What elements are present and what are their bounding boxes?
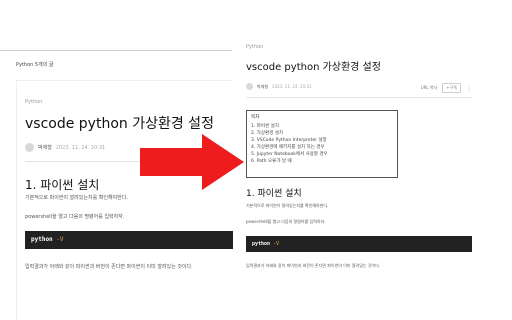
post-category[interactable]: Python (246, 44, 263, 50)
code-block: python -V (246, 236, 472, 252)
code-command: python (252, 241, 271, 247)
paragraph: 입력결과가 아래와 같이 파이썬과 버전이 존다면 파이썬이 이미 깔려있는 것… (246, 263, 381, 268)
code-line: python -V (31, 236, 64, 243)
article-body: Python vscode python 가상환경 설정 박재형 2023. 1… (16, 80, 233, 320)
toc-item[interactable]: 6. Path 오류가 날 때 (251, 158, 393, 165)
post-actions: URL 복사 +구독 ⋮ (421, 83, 472, 93)
code-block: python -V (25, 231, 233, 249)
header-divider (0, 50, 232, 51)
paragraph: 기본적으로 파이썬이 깔려있는지를 확인해야한다. (25, 195, 128, 201)
post-title: vscode python 가상환경 설정 (25, 116, 214, 132)
code-command: python (31, 236, 53, 243)
post-title: vscode python 가상환경 설정 (246, 62, 381, 73)
table-of-contents: 목차 1. 파이썬 설치 2. 가상환경 설치 3. VSCode Python… (246, 110, 398, 178)
author-name[interactable]: 박재형 (257, 84, 268, 90)
category-breadcrumb[interactable]: Python 5개의 글 (16, 61, 54, 68)
post-category[interactable]: Python (25, 99, 42, 105)
paragraph: 기본적으로 파이썬이 깔려있는지를 확인해야한다. (246, 203, 329, 208)
post-meta: 박재형 2023. 11. 24. 20:31 (25, 143, 105, 152)
toc-title: 목차 (251, 115, 260, 120)
section-heading: 1. 파이썬 설치 (25, 178, 100, 192)
post-date: 2023. 11. 24. 20:31 (55, 144, 106, 151)
paragraph: 입력결과가 아래와 같이 파이썬과 버전이 존다면 파이썬이 이미 깔려있는 것… (25, 264, 193, 270)
code-flag: -V (273, 241, 280, 247)
toc-item[interactable]: 4. 가상환경에 패키지를 설치 하는 경우 (251, 144, 393, 151)
paragraph: powershell을 열고 다음의 명령어를 입력하자. (25, 214, 125, 220)
meta-divider (246, 97, 472, 98)
toc-item[interactable]: 3. VSCode Python Interpreter 설정 (251, 137, 393, 144)
toc-item[interactable]: 5. Jupyter Notebook에서 사용할 경우 (251, 151, 393, 158)
author-avatar[interactable] (246, 83, 253, 90)
toc-item[interactable]: 2. 가상환경 설치 (251, 130, 393, 137)
post-meta: 박재형 2023. 11. 24. 20:31 (246, 83, 312, 90)
paragraph: powershell을 열고 다음의 명령어를 입력하자. (246, 219, 326, 224)
subscribe-button[interactable]: +구독 (442, 83, 461, 93)
arrow-right-icon (140, 134, 244, 190)
author-avatar[interactable] (25, 143, 34, 152)
code-line: python -V (252, 241, 279, 247)
more-options-icon[interactable]: ⋮ (466, 85, 472, 92)
post-date: 2023. 11. 24. 20:31 (272, 84, 312, 89)
author-name[interactable]: 박재형 (38, 144, 52, 151)
code-flag: -V (56, 236, 64, 243)
section-heading: 1. 파이썬 설치 (246, 189, 302, 199)
after-screenshot: Python vscode python 가상환경 설정 박재형 2023. 1… (236, 0, 512, 320)
url-copy-button[interactable]: URL 복사 (421, 85, 438, 91)
toc-item[interactable]: 1. 파이썬 설치 (251, 123, 393, 130)
